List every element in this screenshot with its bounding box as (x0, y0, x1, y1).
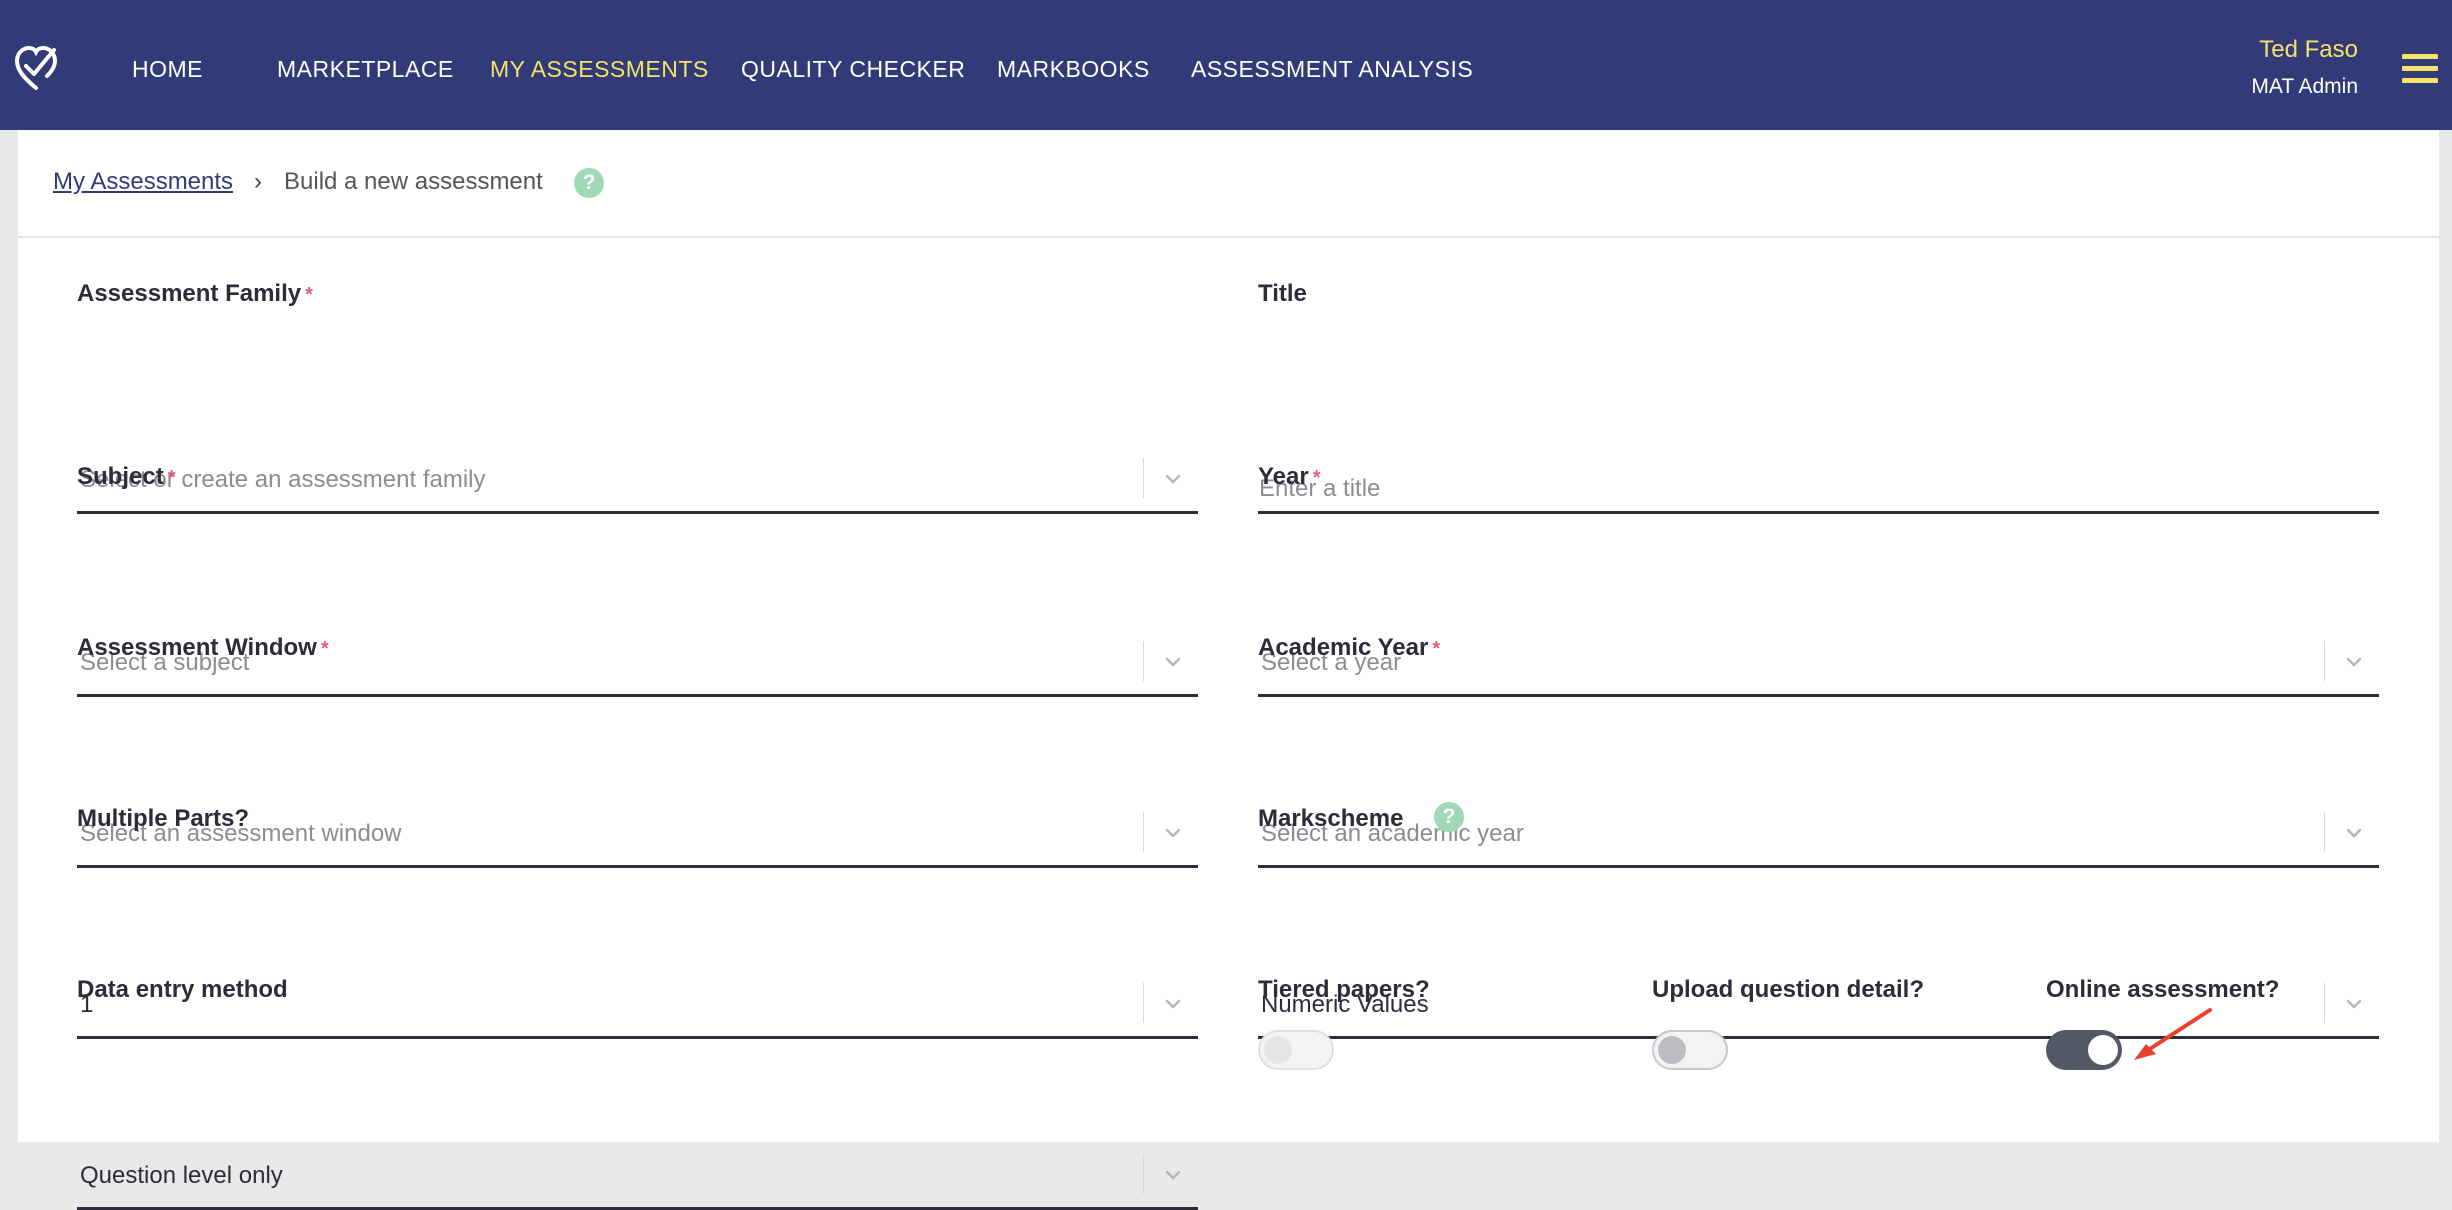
tiered-papers-label: Tiered papers? (1258, 976, 1430, 1004)
nav-marketplace[interactable]: MARKETPLACE (277, 0, 454, 138)
required-marker: * (320, 638, 329, 660)
select-divider (2324, 641, 2325, 681)
upload-question-detail-label: Upload question detail? (1652, 976, 1924, 1004)
breadcrumb-separator: › (254, 168, 262, 195)
required-marker: * (305, 284, 313, 306)
chevron-down-icon[interactable] (1162, 993, 1184, 1015)
toggle-knob (2088, 1035, 2118, 1065)
data-entry-method-label-text: Data entry method (77, 976, 288, 1003)
assessment-window-label-text: Assessment Window (77, 634, 317, 661)
required-marker: * (167, 467, 176, 489)
title-label: Title (1258, 280, 1307, 308)
title-input[interactable] (1258, 452, 2379, 514)
year-label: Year * (1258, 463, 1321, 491)
assessment-family-label: Assessment Family * (77, 280, 313, 308)
required-marker: * (1312, 467, 1321, 489)
nav-home[interactable]: HOME (132, 0, 203, 138)
upload-question-detail-label-text: Upload question detail? (1652, 976, 1925, 1003)
chevron-down-icon[interactable] (2343, 651, 2365, 673)
data-entry-method-select[interactable]: Question level only (77, 1148, 1198, 1210)
title-label-text: Title (1258, 280, 1307, 307)
breadcrumb-my-assessments-link[interactable]: My Assessments (53, 168, 233, 196)
heart-check-logo-icon[interactable] (14, 44, 58, 92)
tiered-papers-toggle[interactable] (1258, 1030, 1334, 1070)
breadcrumb: My Assessments › Build a new assessment … (18, 130, 2439, 238)
multiple-parts-label-text: Multiple Parts? (77, 805, 250, 832)
online-assessment-label: Online assessment? (2046, 976, 2279, 1004)
chevron-down-icon[interactable] (1162, 468, 1184, 490)
select-divider (1143, 458, 1144, 498)
build-assessment-panel: My Assessments › Build a new assessment … (18, 130, 2439, 1210)
required-marker: * (1432, 638, 1441, 660)
subject-label-text: Subject (77, 463, 164, 490)
chevron-down-icon[interactable] (2343, 822, 2365, 844)
chevron-down-icon[interactable] (1162, 822, 1184, 844)
nav-markbooks[interactable]: MARKBOOKS (997, 0, 1150, 138)
select-divider (2324, 812, 2325, 852)
tiered-papers-label-text: Tiered papers? (1258, 976, 1430, 1003)
upload-question-detail-toggle[interactable] (1652, 1030, 1728, 1070)
academic-year-label: Academic Year * (1258, 634, 1440, 662)
academic-year-select[interactable]: Select an academic year (1258, 806, 2379, 868)
chevron-down-icon[interactable] (1162, 651, 1184, 673)
nav-assessment-analysis[interactable]: ASSESSMENT ANALYSIS (1191, 0, 1473, 138)
academic-year-label-text: Academic Year (1258, 634, 1429, 661)
subject-label: Subject * (77, 463, 175, 491)
toggle-knob (1264, 1036, 1292, 1064)
select-divider (1143, 812, 1144, 852)
assessment-family-label-text: Assessment Family (77, 280, 302, 307)
user-role: MAT Admin (2251, 75, 2358, 98)
user-name[interactable]: Ted Faso (2259, 36, 2358, 64)
online-assessment-toggle[interactable] (2046, 1030, 2122, 1070)
page-title: Build a new assessment (284, 168, 543, 195)
data-entry-method-value: Question level only (80, 1162, 283, 1189)
select-divider (1143, 641, 1144, 681)
select-divider (2324, 983, 2325, 1023)
nav-my-assessments[interactable]: MY ASSESSMENTS (490, 0, 709, 138)
markscheme-label-text: Markscheme (1258, 805, 1404, 832)
assessment-family-select[interactable]: Select or create an assessment family (77, 452, 1198, 514)
assessment-window-label: Assessment Window * (77, 634, 329, 662)
annotation-arrow-icon (2134, 1008, 2212, 1060)
select-divider (1143, 1154, 1144, 1194)
top-navigation-bar: HOME MARKETPLACE MY ASSESSMENTS QUALITY … (0, 0, 2452, 130)
toggle-knob (1658, 1036, 1686, 1064)
markscheme-help-icon[interactable]: ? (1434, 802, 1464, 832)
chevron-down-icon[interactable] (1162, 1164, 1184, 1186)
nav-quality-checker[interactable]: QUALITY CHECKER (741, 0, 965, 138)
year-label-text: Year (1258, 463, 1309, 490)
select-divider (1143, 983, 1144, 1023)
chevron-down-icon[interactable] (2343, 993, 2365, 1015)
hamburger-menu-icon[interactable] (2402, 54, 2438, 84)
data-entry-method-label: Data entry method (77, 976, 288, 1004)
multiple-parts-label: Multiple Parts? (77, 805, 249, 833)
help-icon[interactable]: ? (574, 168, 604, 198)
markscheme-label: Markscheme (1258, 805, 1403, 833)
online-assessment-label-text: Online assessment? (2046, 976, 2280, 1003)
